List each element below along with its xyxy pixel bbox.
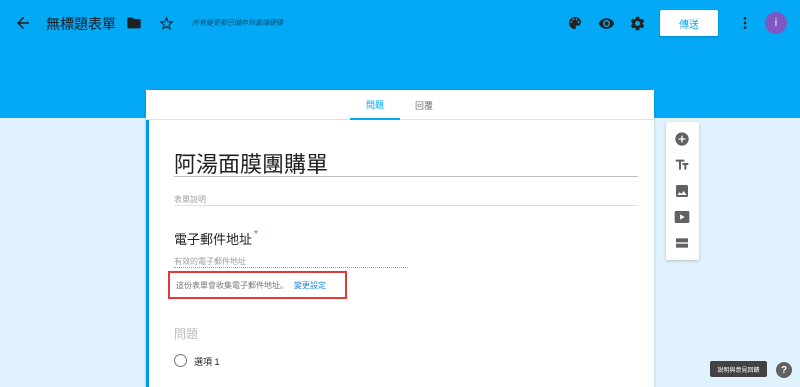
- form-title[interactable]: 阿湯面膜團購單: [174, 147, 328, 179]
- section-icon[interactable]: [673, 234, 691, 252]
- email-collection-notice: 這份表單會收集電子郵件地址。 變更設定: [168, 271, 347, 299]
- side-toolbar: [666, 122, 699, 260]
- avatar[interactable]: i: [765, 12, 787, 34]
- eye-icon[interactable]: [596, 13, 616, 33]
- palette-icon[interactable]: [565, 13, 585, 33]
- active-section-accent: [146, 120, 149, 387]
- video-icon[interactable]: [673, 208, 691, 226]
- option-label[interactable]: 選項 1: [194, 355, 220, 368]
- form-description-field[interactable]: 表單說明: [174, 194, 206, 205]
- tabs: 問題 回覆: [146, 90, 654, 120]
- title-underline: [174, 176, 638, 177]
- email-label-text: 電子郵件地址: [174, 232, 253, 247]
- folder-icon[interactable]: [124, 13, 144, 33]
- description-underline: [174, 205, 638, 206]
- add-circle-icon[interactable]: [673, 130, 691, 148]
- tab-responses[interactable]: 回覆: [404, 90, 444, 120]
- change-settings-link[interactable]: 變更設定: [294, 280, 326, 291]
- email-field: 有效的電子郵件地址: [174, 257, 246, 266]
- gear-icon[interactable]: [627, 13, 647, 33]
- image-icon[interactable]: [673, 182, 691, 200]
- tab-questions[interactable]: 問題: [350, 90, 400, 120]
- question-title[interactable]: 問題: [174, 325, 198, 342]
- form-doc-title[interactable]: 無標題表單: [46, 14, 116, 34]
- help-tooltip: 說明與意見回饋: [710, 361, 767, 377]
- email-question-label: 電子郵件地址 *: [174, 229, 258, 248]
- required-marker: *: [254, 229, 258, 240]
- form-card: 問題 回覆 阿湯面膜團購單 表單說明 電子郵件地址 * 有效的電子郵件地址 這份表…: [146, 90, 654, 387]
- top-bar: 無標題表單 所有變更都已儲存到雲端硬碟 傳送 i: [0, 0, 800, 46]
- star-icon[interactable]: [156, 13, 176, 33]
- more-icon[interactable]: [735, 13, 755, 33]
- text-icon[interactable]: [673, 156, 691, 174]
- help-icon[interactable]: ?: [776, 362, 792, 378]
- email-field-underline: [174, 267, 408, 268]
- back-icon[interactable]: [12, 12, 34, 34]
- send-button[interactable]: 傳送: [660, 10, 718, 36]
- collect-note-text: 這份表單會收集電子郵件地址。: [176, 280, 288, 290]
- radio-option-circle: [174, 354, 187, 367]
- save-status: 所有變更都已儲存到雲端硬碟: [192, 20, 283, 27]
